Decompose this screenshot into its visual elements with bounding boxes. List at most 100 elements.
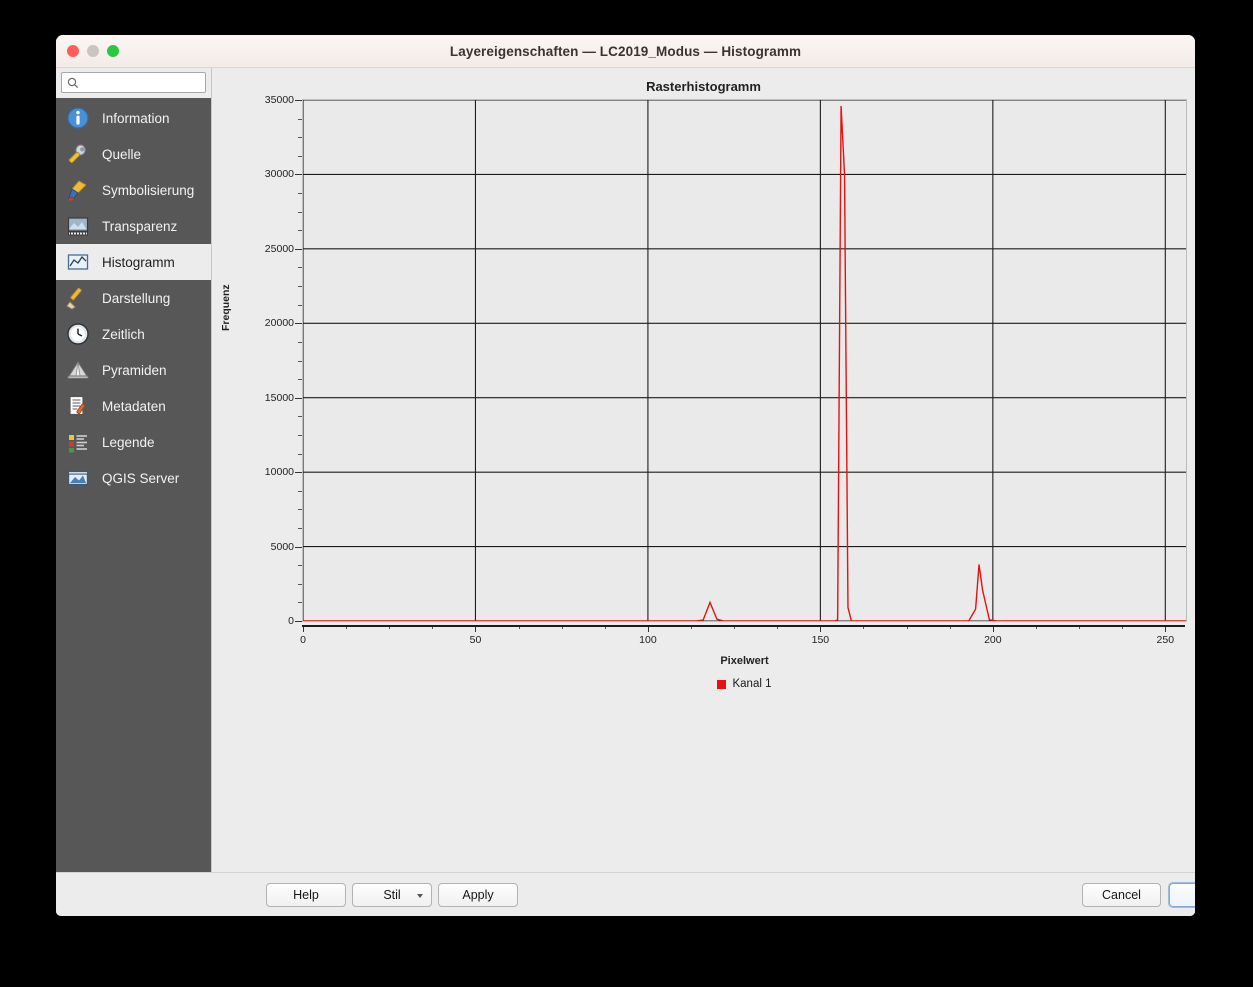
sidebar-item-label: Symbolisierung bbox=[102, 182, 195, 198]
chart-legend: Kanal 1 bbox=[302, 678, 1187, 690]
apply-button[interactable]: Apply bbox=[438, 883, 518, 907]
y-minor-tick bbox=[298, 267, 302, 269]
legend-icon bbox=[65, 429, 91, 455]
information-icon bbox=[65, 105, 91, 131]
x-axis-label: Pixelwert bbox=[720, 655, 769, 667]
y-minor-tick bbox=[298, 602, 302, 604]
zoom-window-button[interactable] bbox=[107, 45, 119, 57]
y-minor-tick bbox=[298, 137, 302, 139]
histogram-plot-area: Rasterhistogramm Frequenz 0 5000 10000 1500… bbox=[212, 68, 1195, 768]
y-tick-mark bbox=[295, 248, 302, 250]
stil-button[interactable]: Stil bbox=[352, 883, 432, 907]
y-minor-tick bbox=[298, 118, 302, 120]
sidebar-item-label: Metadaten bbox=[102, 398, 166, 414]
traffic-light-buttons bbox=[67, 45, 119, 57]
y-tick-mark bbox=[295, 100, 302, 101]
qgis-server-icon bbox=[65, 465, 91, 491]
sidebar-item-legende[interactable]: Legende bbox=[56, 424, 211, 460]
close-window-button[interactable] bbox=[67, 45, 79, 57]
x-axis-line bbox=[302, 625, 1185, 627]
y-minor-tick bbox=[298, 453, 302, 455]
sidebar-item-label: QGIS Server bbox=[102, 470, 180, 486]
search-input[interactable] bbox=[83, 75, 200, 90]
legend-swatch bbox=[717, 679, 727, 689]
y-minor-tick bbox=[298, 304, 302, 306]
y-minor-tick bbox=[298, 211, 302, 213]
sidebar-item-label: Information bbox=[102, 110, 170, 126]
dialog-button-bar: Help Stil Apply Cancel OK bbox=[56, 872, 1195, 916]
y-tick-mark bbox=[295, 621, 302, 622]
y-minor-tick bbox=[298, 379, 302, 381]
y-minor-tick bbox=[298, 193, 302, 195]
minimize-window-button[interactable] bbox=[87, 45, 99, 57]
stil-button-label: Stil bbox=[383, 888, 401, 902]
temporal-icon bbox=[65, 321, 91, 347]
sidebar-item-label: Pyramiden bbox=[102, 362, 167, 378]
sidebar-item-label: Darstellung bbox=[102, 290, 171, 306]
y-minor-tick bbox=[298, 230, 302, 232]
x-tick-label: 150 bbox=[811, 634, 830, 646]
y-tick-mark bbox=[295, 323, 302, 325]
sidebar-item-label: Transparenz bbox=[102, 218, 178, 234]
sidebar-item-qgis-server[interactable]: QGIS Server bbox=[56, 460, 211, 496]
symbology-icon bbox=[65, 177, 91, 203]
y-minor-tick bbox=[298, 527, 302, 529]
sidebar-item-pyramiden[interactable]: Pyramiden bbox=[56, 352, 211, 388]
controls-area: Präfs/Aktionen Extrem-Stil setzen für Ka… bbox=[212, 768, 1195, 883]
y-minor-tick bbox=[298, 509, 302, 511]
x-tick-label: 0 bbox=[300, 634, 306, 646]
histogram-icon bbox=[65, 249, 91, 275]
dialog-body: Information Quelle Symbolisierung Transp… bbox=[56, 68, 1195, 916]
sidebar-item-label: Zeitlich bbox=[102, 326, 145, 342]
chart-frame: 0 5000 10000 15000 20000 25000 30000 35000 0 50 1… bbox=[265, 94, 1187, 646]
plot-canvas bbox=[302, 99, 1187, 622]
chevron-down-icon bbox=[417, 894, 423, 898]
sidebar-item-quelle[interactable]: Quelle bbox=[56, 136, 211, 172]
legend-label: Kanal 1 bbox=[732, 678, 772, 690]
sidebar-item-symbolisierung[interactable]: Symbolisierung bbox=[56, 172, 211, 208]
histogram-svg bbox=[303, 100, 1186, 621]
y-minor-tick bbox=[298, 583, 302, 585]
x-tick-label: 50 bbox=[469, 634, 482, 646]
sidebar: Information Quelle Symbolisierung Transp… bbox=[56, 68, 211, 916]
sidebar-item-information[interactable]: Information bbox=[56, 100, 211, 136]
sidebar-search-area bbox=[56, 68, 211, 98]
help-button[interactable]: Help bbox=[266, 883, 346, 907]
transparency-icon bbox=[65, 213, 91, 239]
x-tick-label: 250 bbox=[1156, 634, 1175, 646]
sidebar-item-metadaten[interactable]: Metadaten bbox=[56, 388, 211, 424]
y-tick-mark bbox=[295, 472, 302, 474]
x-axis-tick-labels: 0 50 100 150 200 250 bbox=[300, 622, 1185, 650]
sidebar-item-label: Legende bbox=[102, 434, 155, 450]
y-minor-tick bbox=[298, 490, 302, 492]
ok-button[interactable]: OK bbox=[1169, 883, 1195, 907]
y-tick-mark bbox=[295, 546, 302, 548]
y-minor-tick bbox=[298, 434, 302, 436]
cancel-button[interactable]: Cancel bbox=[1082, 883, 1161, 907]
y-minor-tick bbox=[298, 341, 302, 343]
y-minor-tick bbox=[298, 565, 302, 567]
y-minor-tick bbox=[298, 286, 302, 288]
sidebar-nav-list: Information Quelle Symbolisierung Transp… bbox=[56, 98, 211, 916]
sidebar-item-label: Quelle bbox=[102, 146, 142, 162]
layer-properties-dialog: Layereigenschaften — LC2019_Modus — Hist… bbox=[56, 35, 1195, 916]
y-minor-tick bbox=[298, 360, 302, 362]
sidebar-item-darstellung[interactable]: Darstellung bbox=[56, 280, 211, 316]
y-minor-tick bbox=[298, 155, 302, 157]
window-title: Layereigenschaften — LC2019_Modus — Hist… bbox=[449, 43, 802, 59]
pyramids-icon bbox=[65, 357, 91, 383]
sidebar-item-zeitlich[interactable]: Zeitlich bbox=[56, 316, 211, 352]
sidebar-item-histogramm[interactable]: Histogramm bbox=[56, 244, 211, 280]
x-tick-label: 100 bbox=[639, 634, 657, 646]
sidebar-item-transparenz[interactable]: Transparenz bbox=[56, 208, 211, 244]
content-pane: Rasterhistogramm Frequenz 0 5000 10000 1500… bbox=[56, 68, 1195, 916]
source-icon bbox=[65, 141, 91, 167]
search-icon bbox=[67, 77, 79, 88]
y-tick-mark bbox=[295, 174, 302, 176]
search-box[interactable] bbox=[61, 72, 206, 93]
chart-title: Rasterhistogramm bbox=[646, 79, 761, 94]
y-axis-label: Frequenz bbox=[220, 284, 232, 331]
y-minor-tick bbox=[298, 416, 302, 418]
sidebar-item-label: Histogramm bbox=[102, 254, 175, 270]
x-tick-label: 200 bbox=[984, 634, 1002, 646]
